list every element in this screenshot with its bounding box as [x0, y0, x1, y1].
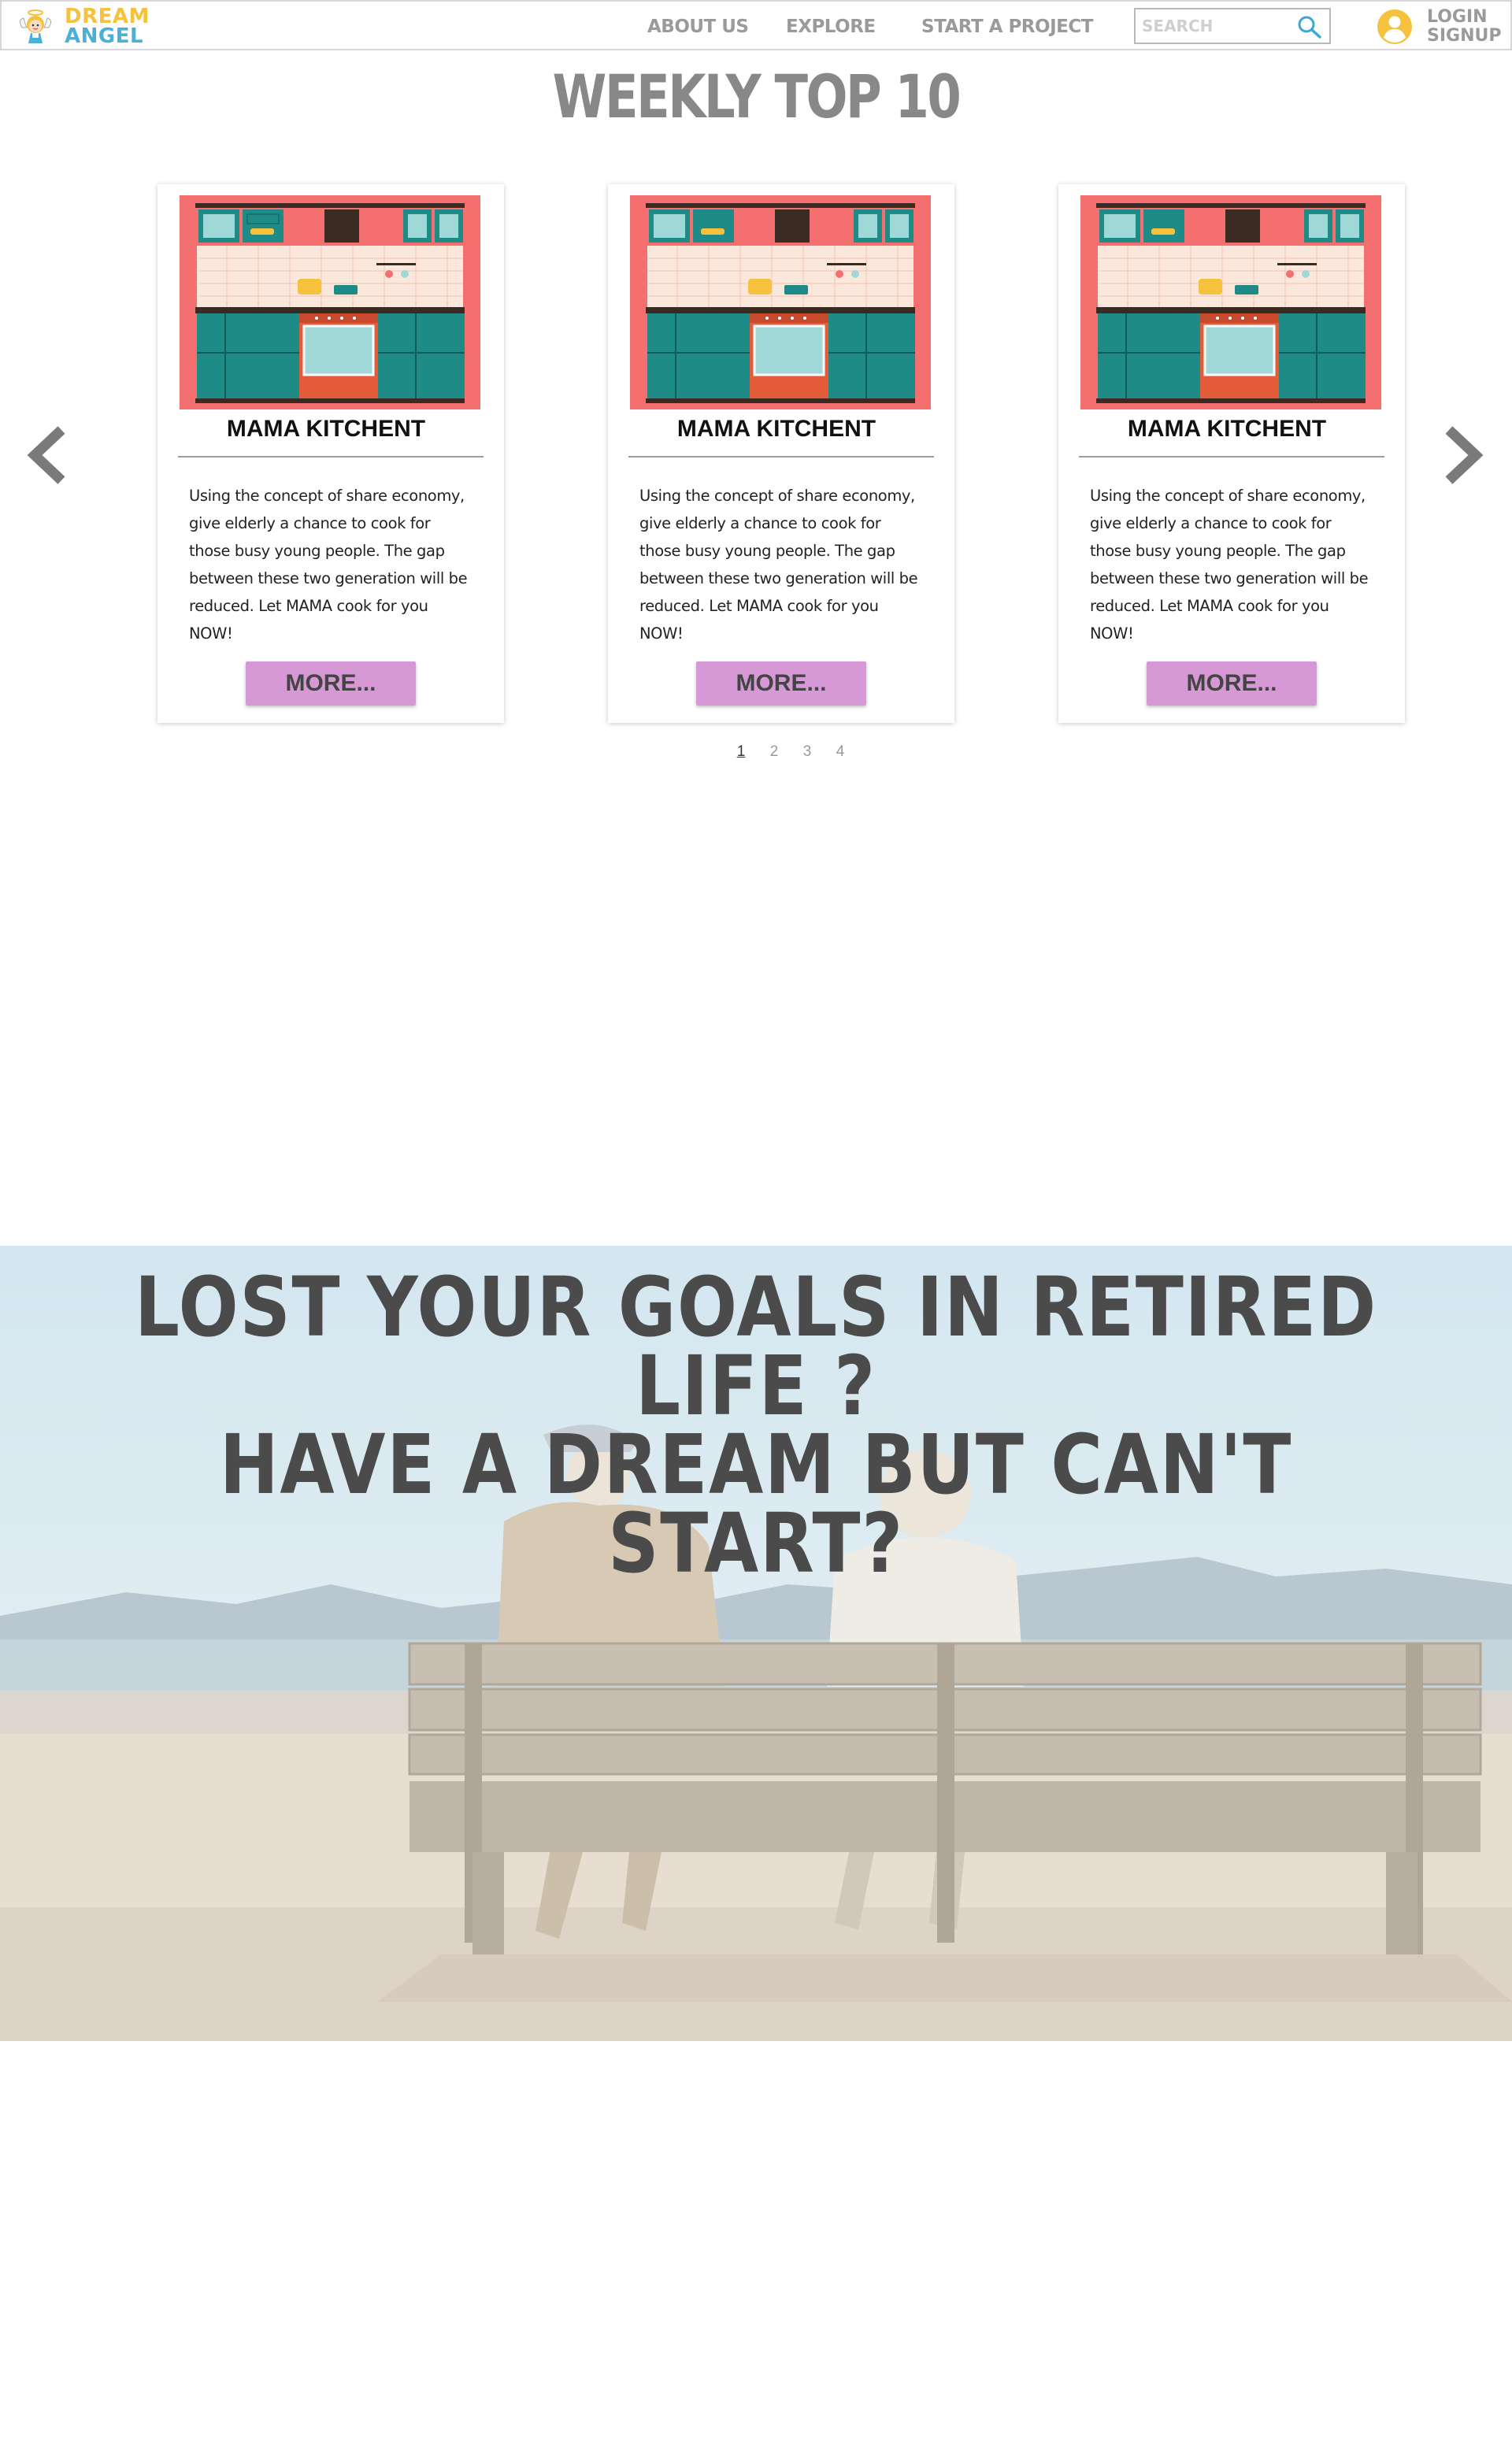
project-card: MAMA KITCHENT Using the concept of share… [158, 184, 504, 723]
card-title[interactable]: MAMA KITCHENT [158, 416, 495, 443]
hero-headline-line2: HAVE A DREAM BUT CAN'T START? [219, 1417, 1293, 1591]
more-button[interactable]: MORE... [246, 661, 416, 706]
more-button[interactable]: MORE... [696, 661, 866, 706]
brand-name-line2: ANGEL [65, 24, 144, 48]
card-title[interactable]: MAMA KITCHENT [1058, 416, 1395, 443]
login-link[interactable]: LOGIN [1427, 8, 1502, 27]
card-title[interactable]: MAMA KITCHENT [608, 416, 945, 443]
nav-start-a-project[interactable]: START A PROJECT [921, 2, 1093, 52]
card-description: Using the concept of share economy, give… [639, 487, 918, 643]
kitchen-illustration [630, 195, 931, 409]
search-box [1134, 8, 1331, 44]
page-link-3[interactable]: 3 [791, 743, 824, 761]
nav-about-us[interactable]: ABOUT US [647, 2, 749, 52]
brand-logo[interactable]: DREAM ANGEL [17, 5, 150, 49]
account-area: LOGIN SIGNUP [1377, 6, 1502, 47]
card-description: Using the concept of share economy, give… [189, 487, 468, 643]
angel-mascot-icon [19, 9, 52, 43]
carousel-prev-arrow-icon[interactable] [24, 416, 71, 495]
site-header: DREAM ANGEL ABOUT US EXPLORE START A PRO… [0, 0, 1512, 50]
hero-headline: LOST YOUR GOALS IN RETIRED LIFE ? HAVE A… [106, 1259, 1406, 1591]
page-link-2[interactable]: 2 [758, 743, 791, 761]
page-link-1[interactable]: 1 [724, 743, 758, 761]
search-input[interactable] [1142, 12, 1292, 40]
project-card: MAMA KITCHENT Using the concept of share… [608, 184, 954, 723]
kitchen-illustration [180, 195, 480, 409]
search-icon[interactable] [1296, 14, 1323, 39]
hero-headline-line1: LOST YOUR GOALS IN RETIRED LIFE ? [135, 1259, 1377, 1434]
pagination: 1 2 3 4 [724, 743, 857, 761]
signup-link[interactable]: SIGNUP [1427, 27, 1502, 46]
card-divider [178, 456, 484, 458]
more-button[interactable]: MORE... [1147, 661, 1317, 706]
nav-explore[interactable]: EXPLORE [786, 2, 876, 52]
page-link-4[interactable]: 4 [824, 743, 857, 761]
card-divider [628, 456, 934, 458]
project-card: MAMA KITCHENT Using the concept of share… [1058, 184, 1405, 723]
card-description: Using the concept of share economy, give… [1090, 487, 1369, 643]
user-circle-icon[interactable] [1377, 9, 1413, 45]
carousel-next-arrow-icon[interactable] [1440, 416, 1487, 495]
hero-banner: LOST YOUR GOALS IN RETIRED LIFE ? HAVE A… [0, 1246, 1512, 2041]
section-title: WEEKLY TOP 10 [552, 61, 962, 132]
card-divider [1079, 456, 1384, 458]
kitchen-illustration [1080, 195, 1381, 409]
